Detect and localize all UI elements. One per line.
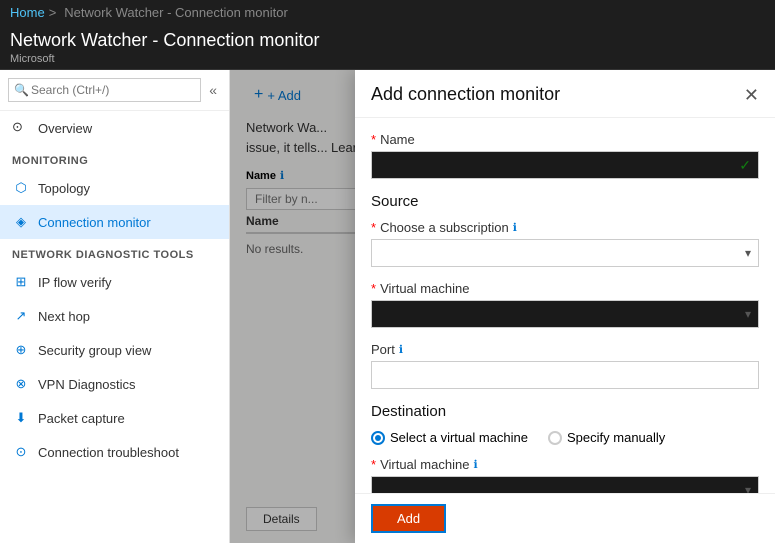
- sidebar-item-label: VPN Diagnostics: [38, 377, 136, 392]
- sidebar-item-connection-monitor[interactable]: ◈ Connection monitor: [0, 205, 229, 239]
- main-layout: 🔍 « ⊙ Overview MONITORING ⬡ Topology ◈ C…: [0, 70, 775, 543]
- radio-manual-label: Specify manually: [567, 430, 665, 445]
- modal-overlay: Add connection monitor ✕ * Name ✓: [230, 70, 775, 543]
- dest-vm-field-group: * Virtual machine ℹ ▾: [371, 457, 759, 493]
- ip-flow-icon: ⊞: [12, 273, 30, 291]
- vpn-icon: ⊗: [12, 375, 30, 393]
- name-check-icon: ✓: [739, 157, 751, 174]
- subscription-select-wrapper: ▾: [371, 239, 759, 267]
- security-group-icon: ⊕: [12, 341, 30, 359]
- dest-vm-select-wrapper: ▾: [371, 476, 759, 493]
- subscription-label-text: Choose a subscription: [380, 220, 509, 235]
- topology-icon: ⬡: [12, 179, 30, 197]
- topbar: Home > Network Watcher - Connection moni…: [0, 0, 775, 24]
- subscription-required-star: *: [371, 220, 376, 235]
- source-vm-label-text: Virtual machine: [380, 281, 469, 296]
- subscription-info-icon: ℹ: [513, 221, 517, 234]
- modal-footer: Add: [355, 493, 775, 543]
- dest-vm-select[interactable]: [371, 476, 759, 493]
- source-port-label-text: Port: [371, 342, 395, 357]
- subscription-field-group: * Choose a subscription ℹ ▾: [371, 220, 759, 267]
- sidebar-item-overview[interactable]: ⊙ Overview: [0, 111, 229, 145]
- sidebar-item-label: Next hop: [38, 309, 90, 324]
- modal-title: Add connection monitor: [371, 84, 560, 105]
- name-field-group: * Name ✓: [371, 132, 759, 179]
- dest-vm-info-icon: ℹ: [473, 458, 477, 471]
- source-port-label: Port ℹ: [371, 342, 759, 357]
- sidebar: 🔍 « ⊙ Overview MONITORING ⬡ Topology ◈ C…: [0, 70, 230, 543]
- name-field-label: * Name: [371, 132, 759, 147]
- dest-vm-label-text: Virtual machine: [380, 457, 469, 472]
- radio-specify-manually[interactable]: Specify manually: [548, 430, 665, 445]
- connection-troubleshoot-icon: ⊙: [12, 443, 30, 461]
- sidebar-collapse-button[interactable]: «: [205, 82, 221, 98]
- sidebar-item-vpn-diagnostics[interactable]: ⊗ VPN Diagnostics: [0, 367, 229, 401]
- next-hop-icon: ↗: [12, 307, 30, 325]
- sidebar-item-topology[interactable]: ⬡ Topology: [0, 171, 229, 205]
- header-title: Network Watcher - Connection monitor: [10, 30, 765, 51]
- source-section-title: Source: [371, 193, 759, 210]
- breadcrumb-current: Network Watcher - Connection monitor: [64, 5, 288, 20]
- sidebar-item-connection-troubleshoot[interactable]: ⊙ Connection troubleshoot: [0, 435, 229, 469]
- monitoring-section-header: MONITORING: [0, 145, 229, 171]
- radio-vm-circle: [371, 431, 385, 445]
- sidebar-search-container: 🔍 «: [0, 70, 229, 111]
- app-header: Network Watcher - Connection monitor Mic…: [0, 24, 775, 70]
- source-vm-field-group: * Virtual machine ▾: [371, 281, 759, 328]
- modal-close-button[interactable]: ✕: [744, 86, 759, 104]
- sidebar-item-security-group[interactable]: ⊕ Security group view: [0, 333, 229, 367]
- dest-vm-required-star: *: [371, 457, 376, 472]
- name-input[interactable]: [371, 151, 759, 179]
- modal-panel: Add connection monitor ✕ * Name ✓: [355, 70, 775, 543]
- header-subtitle: Microsoft: [10, 53, 765, 65]
- sidebar-content: ⊙ Overview MONITORING ⬡ Topology ◈ Conne…: [0, 111, 229, 543]
- subscription-label: * Choose a subscription ℹ: [371, 220, 759, 235]
- sidebar-item-label: Connection troubleshoot: [38, 445, 179, 460]
- packet-capture-icon: ⬇: [12, 409, 30, 427]
- name-input-wrapper: ✓: [371, 151, 759, 179]
- tools-section-header: NETWORK DIAGNOSTIC TOOLS: [0, 239, 229, 265]
- source-vm-select-wrapper: ▾: [371, 300, 759, 328]
- sidebar-item-label: Connection monitor: [38, 215, 151, 230]
- subscription-select[interactable]: [371, 239, 759, 267]
- sidebar-item-label: Overview: [38, 121, 92, 136]
- sidebar-item-ip-flow[interactable]: ⊞ IP flow verify: [0, 265, 229, 299]
- sidebar-item-label: Packet capture: [38, 411, 125, 426]
- source-vm-required-star: *: [371, 281, 376, 296]
- add-connection-button[interactable]: Add: [371, 504, 446, 533]
- content-area: + + Add Network Wa... issue, it tells...…: [230, 70, 775, 543]
- overview-icon: ⊙: [12, 119, 30, 137]
- modal-body: * Name ✓ Source * Cho: [355, 118, 775, 493]
- breadcrumb-home[interactable]: Home: [10, 5, 45, 20]
- destination-radio-group: Select a virtual machine Specify manuall…: [371, 430, 759, 445]
- sidebar-item-label: IP flow verify: [38, 275, 111, 290]
- search-input[interactable]: [8, 78, 201, 102]
- dest-vm-label: * Virtual machine ℹ: [371, 457, 759, 472]
- name-label-text: Name: [380, 132, 415, 147]
- source-port-info-icon: ℹ: [399, 343, 403, 356]
- source-port-input[interactable]: [371, 361, 759, 389]
- source-port-field-group: Port ℹ: [371, 342, 759, 389]
- search-icon: 🔍: [14, 83, 29, 97]
- connection-monitor-icon: ◈: [12, 213, 30, 231]
- sidebar-item-label: Topology: [38, 181, 90, 196]
- breadcrumb-separator: >: [49, 5, 57, 20]
- radio-select-vm[interactable]: Select a virtual machine: [371, 430, 528, 445]
- modal-header: Add connection monitor ✕: [355, 70, 775, 118]
- radio-vm-label: Select a virtual machine: [390, 430, 528, 445]
- sidebar-item-next-hop[interactable]: ↗ Next hop: [0, 299, 229, 333]
- destination-section-title: Destination: [371, 403, 759, 420]
- sidebar-item-packet-capture[interactable]: ⬇ Packet capture: [0, 401, 229, 435]
- radio-manual-circle: [548, 431, 562, 445]
- sidebar-item-label: Security group view: [38, 343, 151, 358]
- source-vm-select[interactable]: [371, 300, 759, 328]
- name-required-star: *: [371, 132, 376, 147]
- source-vm-label: * Virtual machine: [371, 281, 759, 296]
